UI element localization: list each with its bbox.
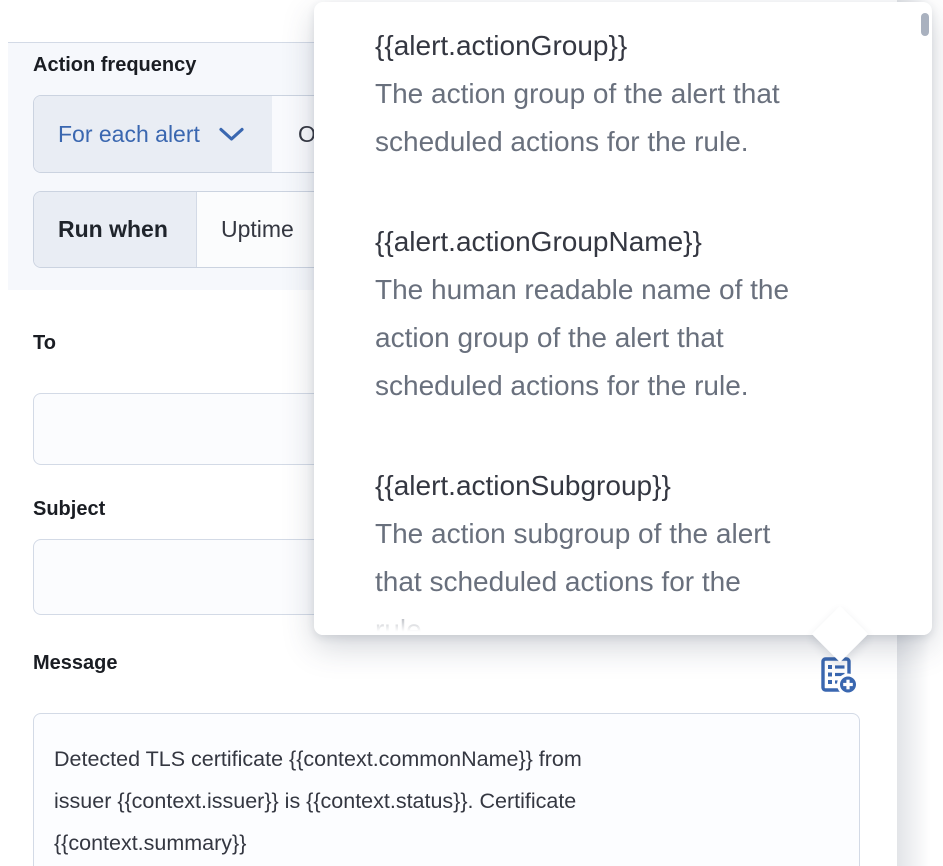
for-each-alert-select[interactable]: For each alert [34, 96, 272, 172]
chevron-down-icon [218, 126, 245, 143]
variable-name: {{alert.actionGroup}} [375, 22, 892, 70]
for-each-alert-label: For each alert [58, 121, 200, 148]
variable-description: The action group of the alert that sched… [375, 70, 892, 166]
variable-name: {{alert.actionSubgroup}} [375, 462, 892, 510]
action-frequency-title: Action frequency [33, 54, 196, 77]
email-action-form: Action frequency For each alert O Run wh… [0, 0, 943, 866]
run-when-label: Run when [34, 192, 197, 267]
variable-option-actionGroupName[interactable]: {{alert.actionGroupName}} The human read… [375, 218, 892, 410]
subject-label: Subject [33, 498, 105, 521]
variable-description: The human readable name of the action gr… [375, 266, 892, 410]
run-when-value-text: Uptime [221, 216, 294, 243]
message-label: Message [33, 652, 118, 675]
variables-popover: {{alert.actionGroup}} The action group o… [314, 2, 932, 635]
variable-option-actionGroup[interactable]: {{alert.actionGroup}} The action group o… [375, 22, 892, 166]
variable-name: {{alert.actionGroupName}} [375, 218, 892, 266]
variable-option-actionSubgroup[interactable]: {{alert.actionSubgroup}} The action subg… [375, 462, 892, 635]
message-textarea[interactable]: Detected TLS certificate {{context.commo… [33, 713, 860, 866]
to-label: To [33, 332, 56, 355]
popover-scrollbar-thumb[interactable] [921, 13, 929, 36]
variable-description: The action subgroup of the alert that sc… [375, 510, 892, 635]
